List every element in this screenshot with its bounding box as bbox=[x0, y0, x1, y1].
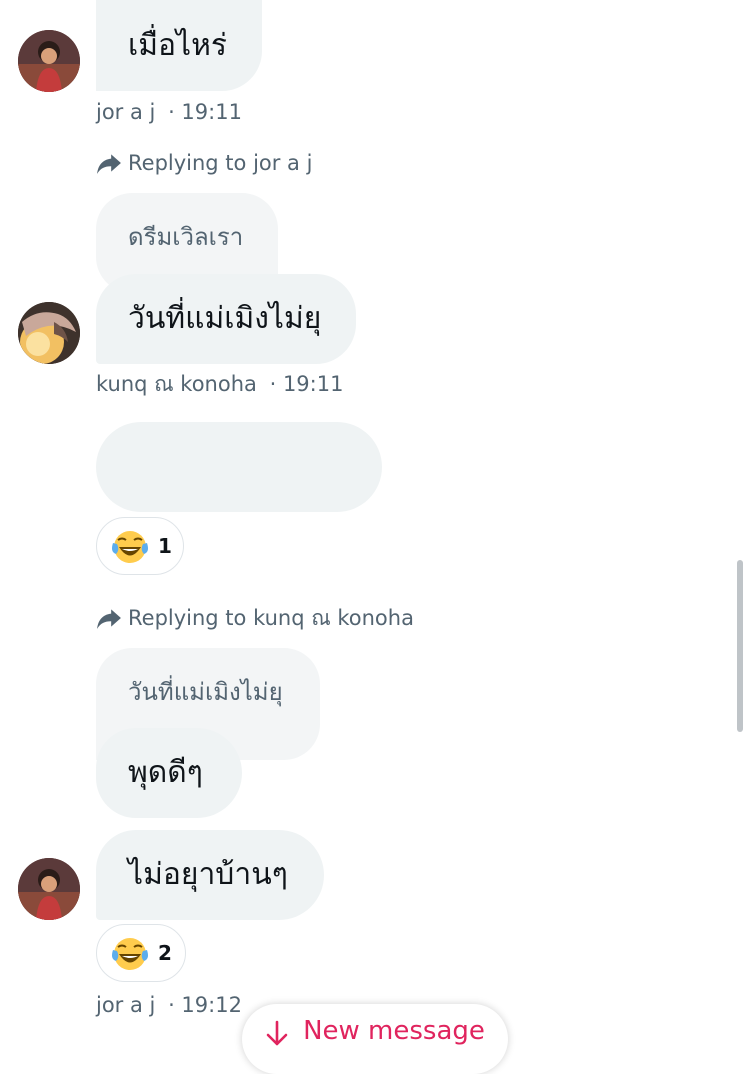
avatar-image bbox=[18, 302, 80, 364]
message-bubble[interactable]: เมื่อไหร่ bbox=[96, 0, 262, 91]
message-meta: jor a j · 19:12 bbox=[96, 992, 242, 1018]
scrollbar-thumb[interactable] bbox=[737, 560, 743, 732]
quoted-text: ดรีมเวิลเรา bbox=[128, 223, 244, 251]
message-bubble[interactable] bbox=[96, 422, 382, 512]
reply-indicator: Replying to jor a j bbox=[96, 150, 312, 176]
message-bubble[interactable]: พุดดีๆ bbox=[96, 728, 242, 818]
avatar[interactable] bbox=[18, 30, 80, 92]
reply-arrow-icon bbox=[97, 154, 121, 174]
quoted-text: วันที่แม่เมิงไม่ยุ bbox=[128, 678, 283, 706]
timestamp: · 19:11 bbox=[168, 100, 242, 124]
reaction-chip[interactable]: 2 bbox=[96, 924, 186, 982]
reaction-count: 1 bbox=[158, 534, 172, 558]
reply-arrow-icon bbox=[97, 609, 121, 629]
reply-label: Replying to kunq ณ konoha bbox=[128, 606, 414, 630]
message-bubble[interactable]: ไม่อยุาบ้านๆ bbox=[96, 830, 324, 920]
message-text: พุดดีๆ bbox=[128, 755, 203, 790]
message-meta: kunq ณ konoha · 19:11 bbox=[96, 371, 343, 397]
message-text: วันที่แม่เมิงไม่ยุ bbox=[128, 301, 322, 336]
avatar-image bbox=[18, 858, 80, 920]
message-meta: jor a j · 19:11 bbox=[96, 99, 242, 125]
author-name[interactable]: kunq ณ konoha bbox=[96, 372, 257, 396]
avatar[interactable] bbox=[18, 858, 80, 920]
message-text: เมื่อไหร่ bbox=[128, 27, 228, 63]
reply-indicator: Replying to kunq ณ konoha bbox=[96, 605, 414, 631]
laughing-tears-icon bbox=[110, 933, 150, 973]
timestamp: · 19:12 bbox=[168, 993, 242, 1017]
avatar[interactable] bbox=[18, 302, 80, 364]
reaction-count: 2 bbox=[158, 941, 172, 965]
new-message-button[interactable]: New message bbox=[242, 1004, 508, 1074]
reply-label: Replying to jor a j bbox=[128, 151, 313, 175]
message-bubble[interactable]: วันที่แม่เมิงไม่ยุ bbox=[96, 274, 356, 364]
new-message-label: New message bbox=[303, 1016, 485, 1046]
arrow-down-icon bbox=[266, 1020, 288, 1046]
timestamp: · 19:11 bbox=[269, 372, 344, 396]
reaction-chip[interactable]: 1 bbox=[96, 517, 184, 575]
avatar-image bbox=[18, 30, 80, 92]
message-text: ไม่อยุาบ้านๆ bbox=[128, 857, 288, 892]
laughing-tears-icon bbox=[110, 526, 150, 566]
author-name[interactable]: jor a j bbox=[96, 993, 155, 1017]
author-name[interactable]: jor a j bbox=[96, 100, 155, 124]
